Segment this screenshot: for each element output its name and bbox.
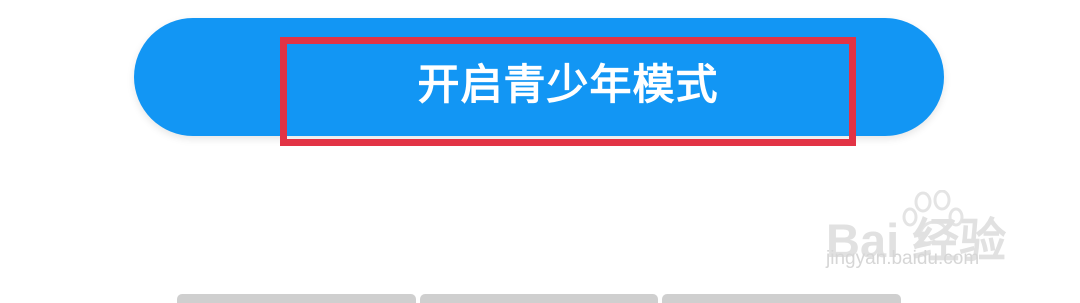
baidu-jingyan-watermark: Bai 经验 jingyan.baidu.com [826, 190, 1026, 280]
enable-teen-mode-button[interactable] [134, 18, 944, 136]
bottom-tab[interactable] [177, 294, 416, 303]
watermark-main-text: Bai 经验 [826, 214, 1007, 267]
paw-icon [902, 190, 964, 245]
bottom-tab[interactable] [662, 294, 902, 303]
bottom-tab[interactable] [419, 294, 659, 303]
bottom-tab-strip [177, 294, 902, 303]
watermark-url-text: jingyan.baidu.com [826, 248, 980, 269]
page: 开启青少年模式 Bai 经验 jingyan.baidu.com [0, 0, 1080, 303]
